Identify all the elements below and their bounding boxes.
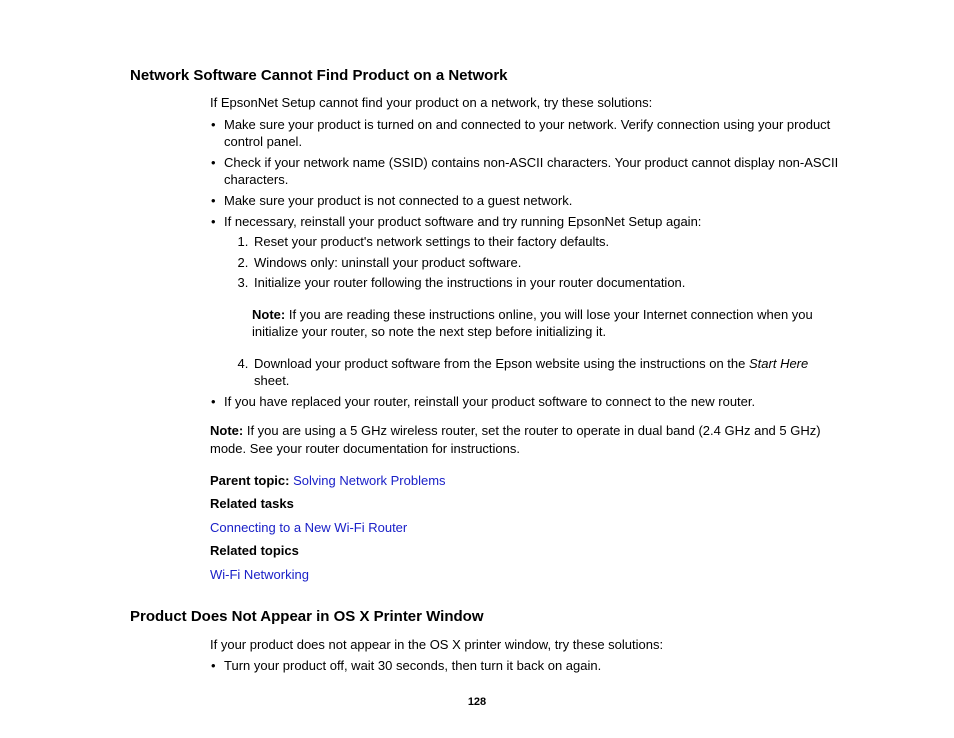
section-heading-osx: Product Does Not Appear in OS X Printer …	[130, 607, 839, 627]
list-item: Check if your network name (SSID) contai…	[210, 154, 839, 189]
section-heading-network: Network Software Cannot Find Product on …	[130, 66, 839, 86]
note-body: If you are using a 5 GHz wireless router…	[210, 423, 821, 456]
step-item: Initialize your router following the ins…	[252, 274, 839, 292]
ordered-steps-cont: Download your product software from the …	[224, 355, 839, 390]
page-number: 128	[0, 695, 954, 710]
related-topic-link[interactable]: Wi-Fi Networking	[210, 567, 309, 582]
document-page: Network Software Cannot Find Product on …	[0, 0, 954, 675]
note-block: Note: If you are reading these instructi…	[252, 306, 839, 341]
bullet-list: Turn your product off, wait 30 seconds, …	[210, 657, 839, 675]
parent-topic-link[interactable]: Solving Network Problems	[293, 473, 445, 488]
section-body: If EpsonNet Setup cannot find your produ…	[210, 94, 839, 583]
list-item: Make sure your product is turned on and …	[210, 116, 839, 151]
ordered-steps: Reset your product's network settings to…	[224, 233, 839, 292]
related-task-link[interactable]: Connecting to a New Wi-Fi Router	[210, 520, 407, 535]
step-item: Windows only: uninstall your product sof…	[252, 254, 839, 272]
list-item: If necessary, reinstall your product sof…	[210, 213, 839, 390]
note-body: If you are reading these instructions on…	[252, 307, 813, 340]
related-tasks-row: Related tasks	[210, 495, 839, 513]
list-item: If you have replaced your router, reinst…	[210, 393, 839, 411]
parent-topic-label: Parent topic:	[210, 473, 289, 488]
related-topics-label: Related topics	[210, 543, 299, 558]
section-osx: Product Does Not Appear in OS X Printer …	[130, 607, 839, 674]
related-topics-row: Related topics	[210, 542, 839, 560]
step-item: Download your product software from the …	[252, 355, 839, 390]
list-text: If necessary, reinstall your product sof…	[224, 214, 701, 229]
section-body: If your product does not appear in the O…	[210, 636, 839, 675]
note-label: Note:	[210, 423, 243, 438]
bullet-list: Make sure your product is turned on and …	[210, 116, 839, 411]
step-italic: Start Here	[749, 356, 808, 371]
intro-text: If your product does not appear in the O…	[210, 636, 839, 654]
note-label: Note:	[252, 307, 285, 322]
related-tasks-label: Related tasks	[210, 496, 294, 511]
related-topic-link-row: Wi-Fi Networking	[210, 566, 839, 584]
step-text: sheet.	[254, 373, 289, 388]
list-item: Make sure your product is not connected …	[210, 192, 839, 210]
related-task-link-row: Connecting to a New Wi-Fi Router	[210, 519, 839, 537]
step-item: Reset your product's network settings to…	[252, 233, 839, 251]
note-block: Note: If you are using a 5 GHz wireless …	[210, 422, 839, 457]
step-text: Download your product software from the …	[254, 356, 749, 371]
list-item: Turn your product off, wait 30 seconds, …	[210, 657, 839, 675]
intro-text: If EpsonNet Setup cannot find your produ…	[210, 94, 839, 112]
parent-topic-row: Parent topic: Solving Network Problems	[210, 472, 839, 490]
